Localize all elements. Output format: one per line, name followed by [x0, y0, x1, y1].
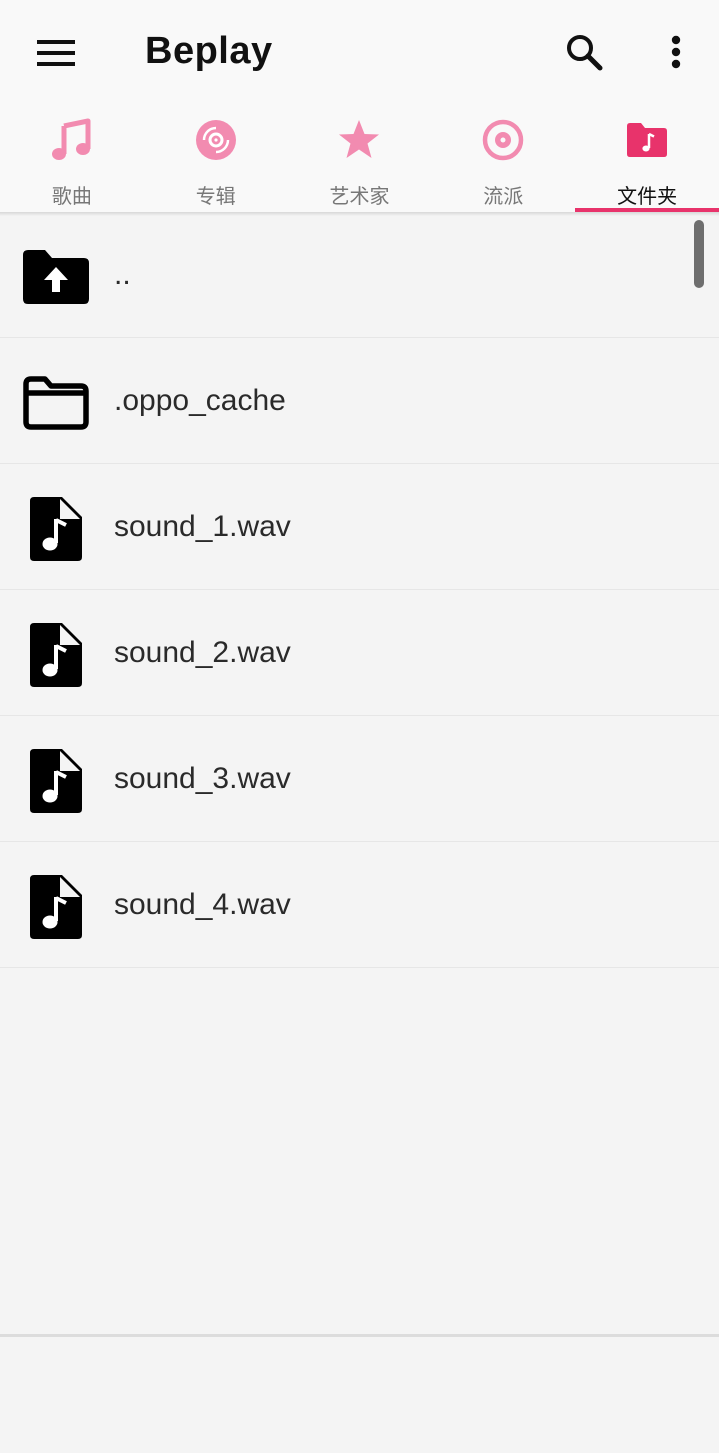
file-name: .oppo_cache [114, 384, 286, 417]
tab-label: 文件夹 [617, 184, 678, 208]
file-name: sound_2.wav [114, 636, 291, 669]
scrollbar-thumb[interactable] [694, 220, 704, 288]
tab-artists[interactable]: 艺术家 [288, 106, 432, 212]
list-item-audio-file[interactable]: sound_3.wav [0, 716, 719, 842]
search-button[interactable] [556, 24, 612, 80]
app-title: Beplay [145, 30, 273, 72]
file-list: .. .oppo_cache sound_1.wav sound_2.wav s… [0, 212, 719, 968]
more-options-button[interactable] [650, 24, 702, 80]
tab-folders[interactable]: 文件夹 [575, 106, 719, 212]
tab-label: 流派 [483, 184, 524, 208]
app-bar: Beplay [0, 0, 719, 106]
music-folder-icon [623, 116, 671, 164]
search-icon [567, 35, 603, 71]
tab-label: 艺术家 [329, 184, 390, 208]
menu-button[interactable] [24, 24, 88, 82]
list-item-audio-file[interactable]: sound_2.wav [0, 590, 719, 716]
tab-songs[interactable]: 歌曲 [0, 106, 144, 212]
audio-file-icon [22, 497, 90, 561]
genre-disc-icon [479, 116, 527, 164]
music-note-icon [48, 116, 96, 164]
tab-bar: 歌曲 专辑 艺术家 流派 文件夹 [0, 106, 719, 212]
menu-icon [37, 40, 75, 66]
more-vert-icon [671, 35, 681, 69]
file-name: sound_4.wav [114, 888, 291, 921]
star-icon [335, 116, 383, 164]
tab-albums[interactable]: 专辑 [144, 106, 288, 212]
audio-file-icon [22, 875, 90, 939]
file-name: .. [114, 258, 131, 291]
audio-file-icon [22, 749, 90, 813]
list-item-audio-file[interactable]: sound_1.wav [0, 464, 719, 590]
list-item-folder[interactable]: .oppo_cache [0, 338, 719, 464]
audio-file-icon [22, 623, 90, 687]
album-disc-icon [192, 116, 240, 164]
folder-upload-icon [22, 245, 90, 309]
list-item-parent-directory[interactable]: .. [0, 212, 719, 338]
tab-genres[interactable]: 流派 [431, 106, 575, 212]
file-name: sound_1.wav [114, 510, 291, 543]
folder-icon [22, 371, 90, 435]
tab-label: 专辑 [195, 184, 236, 208]
list-item-audio-file[interactable]: sound_4.wav [0, 842, 719, 968]
bottom-bar [0, 1334, 719, 1453]
file-name: sound_3.wav [114, 762, 291, 795]
tab-label: 歌曲 [51, 184, 92, 208]
